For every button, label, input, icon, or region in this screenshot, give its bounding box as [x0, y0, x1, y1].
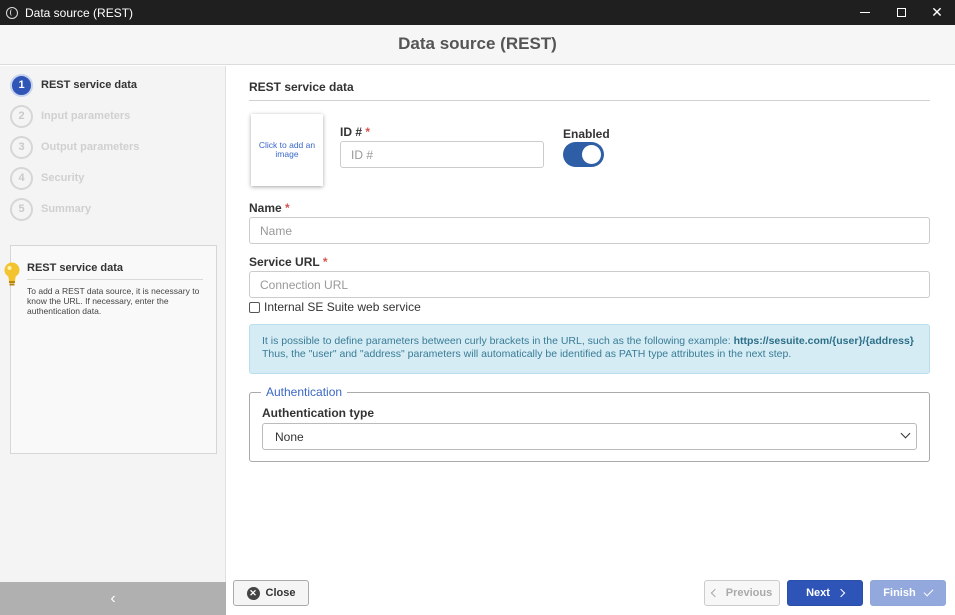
step-number: 4	[10, 166, 33, 190]
enabled-label: Enabled	[563, 127, 610, 141]
help-title: REST service data	[27, 262, 203, 280]
window-titlebar: Data source (REST) ✕	[0, 0, 955, 25]
info-alert: It is possible to define parameters betw…	[249, 324, 930, 374]
section-title: REST service data	[249, 80, 354, 94]
step-label: Summary	[41, 203, 92, 215]
step-number: 2	[10, 104, 33, 128]
maximize-icon[interactable]	[883, 0, 919, 25]
chevron-left-icon	[710, 588, 720, 598]
id-label: ID # *	[340, 125, 371, 139]
step-number: 5	[10, 197, 33, 221]
add-image-button[interactable]: Click to add an image	[251, 114, 323, 186]
step-output-parameters[interactable]: 3 Output parameters	[10, 135, 139, 159]
info-example-url: https://sesuite.com/{user}/{address}	[733, 335, 914, 347]
dialog-header: Data source (REST)	[0, 25, 955, 65]
step-rest-service-data[interactable]: 1 REST service data	[10, 73, 137, 97]
help-panel: REST service data To add a REST data sou…	[10, 245, 217, 454]
info-line-2: Thus, the "user" and "address" parameter…	[262, 348, 792, 360]
authentication-type-select[interactable]: None	[262, 423, 917, 450]
internal-service-label: Internal SE Suite web service	[264, 300, 421, 314]
id-field[interactable]: ID #	[340, 141, 544, 168]
main-content: REST service data Click to add an image …	[227, 66, 955, 615]
step-label: Security	[41, 172, 85, 184]
minimize-icon[interactable]	[847, 0, 883, 25]
internal-service-option[interactable]: Internal SE Suite web service	[249, 300, 421, 314]
app-globe-icon	[6, 6, 18, 19]
authentication-type-value: None	[275, 429, 304, 444]
name-label: Name *	[249, 201, 290, 215]
chevron-left-icon: ‹	[110, 589, 116, 607]
window-controls: ✕	[847, 0, 955, 25]
info-line-1: It is possible to define parameters betw…	[262, 335, 731, 347]
close-circle-icon: ✕	[246, 586, 260, 600]
lightbulb-icon	[4, 262, 20, 286]
required-marker: *	[322, 255, 328, 269]
authentication-type-label: Authentication type	[262, 406, 375, 420]
required-marker: *	[285, 201, 290, 215]
internal-service-checkbox[interactable]	[249, 301, 260, 313]
step-input-parameters[interactable]: 2 Input parameters	[10, 104, 130, 128]
authentication-group: Authentication Authentication type None	[249, 385, 930, 462]
step-security[interactable]: 4 Security	[10, 166, 84, 190]
collapse-sidebar-button[interactable]: ‹	[0, 582, 226, 615]
close-button[interactable]: ✕ Close	[233, 580, 309, 606]
required-marker: *	[365, 125, 371, 139]
authentication-legend: Authentication	[261, 385, 348, 399]
toggle-knob	[582, 145, 601, 164]
close-icon[interactable]: ✕	[919, 0, 955, 25]
chevron-right-icon	[836, 588, 846, 598]
add-image-label: Click to add an image	[258, 140, 316, 159]
help-text: To add a REST data source, it is necessa…	[27, 286, 200, 316]
window-title: Data source (REST)	[25, 5, 134, 20]
name-field[interactable]: Name	[249, 217, 930, 244]
service-url-label: Service URL *	[249, 255, 328, 269]
section-divider	[249, 100, 930, 101]
wizard-sidebar: 1 REST service data 2 Input parameters 3…	[0, 66, 226, 615]
step-label: REST service data	[41, 79, 137, 91]
chevron-down-icon	[900, 428, 911, 439]
page-title: Data source (REST)	[398, 34, 557, 53]
step-label: Input parameters	[41, 110, 131, 122]
enabled-toggle[interactable]	[563, 142, 604, 167]
checkmark-icon	[923, 586, 934, 597]
finish-button[interactable]: Finish	[870, 580, 946, 606]
step-label: Output parameters	[41, 141, 140, 153]
service-url-field[interactable]: Connection URL	[249, 271, 930, 298]
step-number: 3	[10, 135, 33, 159]
step-number: 1	[10, 73, 33, 97]
next-button[interactable]: Next	[787, 580, 863, 606]
previous-button[interactable]: Previous	[704, 580, 780, 606]
step-summary[interactable]: 5 Summary	[10, 197, 91, 221]
